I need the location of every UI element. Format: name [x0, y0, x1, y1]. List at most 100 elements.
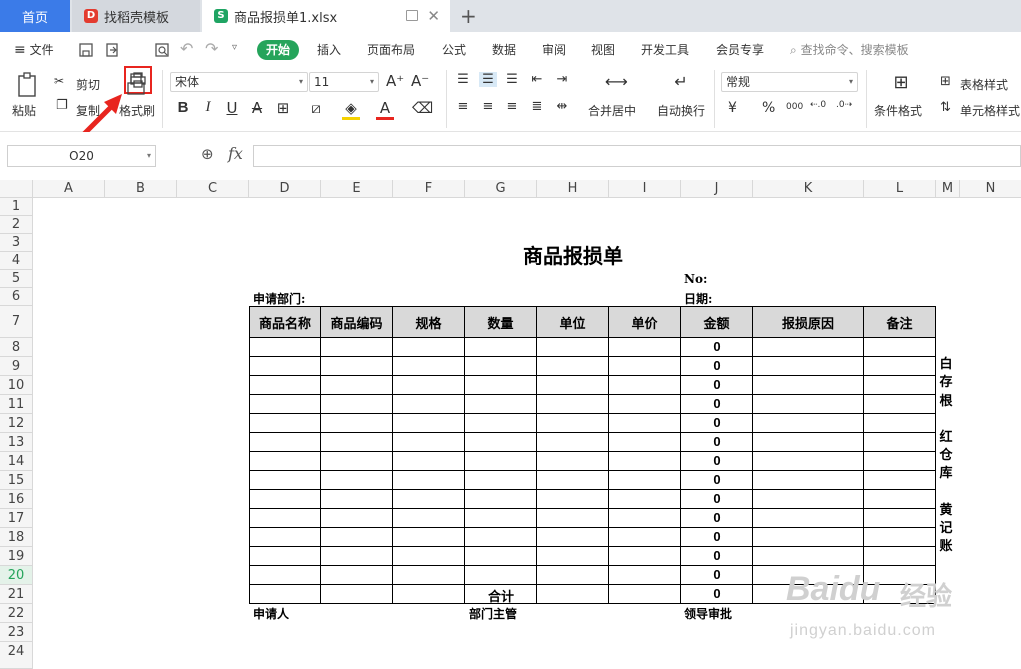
increase-indent-icon[interactable]: ⇥ — [553, 72, 571, 87]
row-header[interactable]: 18 — [0, 528, 33, 547]
distribute-icon[interactable]: ⇹ — [553, 99, 571, 114]
column-header[interactable]: B — [105, 180, 177, 198]
row-header[interactable]: 9 — [0, 357, 33, 376]
header-amount[interactable]: 金额 — [680, 306, 753, 338]
amount-cell[interactable]: 0 — [681, 567, 753, 582]
align-middle-icon[interactable]: ☰ — [479, 72, 497, 87]
print-preview-icon[interactable] — [154, 42, 170, 58]
currency-button[interactable]: ¥ — [728, 100, 737, 116]
search-box[interactable]: ⌕ 查找命令、搜索模板 — [790, 40, 909, 60]
wrap-text-button[interactable]: 自动换行 — [657, 102, 705, 119]
thousands-button[interactable]: 000 — [786, 102, 803, 112]
percent-button[interactable]: % — [762, 100, 775, 116]
font-size-select[interactable]: 11 ▾ — [309, 72, 379, 92]
strikethrough-icon[interactable]: A — [248, 99, 266, 117]
dept-label[interactable]: 申请部门: — [253, 290, 305, 307]
amount-cell[interactable]: 0 — [681, 358, 753, 373]
close-icon[interactable]: ✕ — [427, 7, 440, 25]
date-label[interactable]: 日期: — [684, 290, 712, 307]
conditional-format-icon[interactable]: ⊞ — [892, 72, 910, 93]
row-header[interactable]: 7 — [0, 306, 33, 338]
amount-cell[interactable]: 0 — [681, 548, 753, 563]
justify-icon[interactable]: ≣ — [528, 99, 546, 114]
wrap-text-icon[interactable]: ↵ — [672, 72, 690, 91]
amount-cell[interactable]: 0 — [681, 510, 753, 525]
header-unit-price[interactable]: 单价 — [608, 306, 681, 338]
cell-style-icon[interactable]: ⇅ — [940, 100, 951, 115]
cell-style-button[interactable]: 单元格样式 — [960, 102, 1020, 119]
table-style-icon[interactable]: ⊞ — [940, 74, 951, 89]
row-header[interactable]: 16 — [0, 490, 33, 509]
merge-center-button[interactable]: 合并居中 — [588, 102, 636, 119]
row-header[interactable]: 3 — [0, 234, 33, 252]
row-header[interactable]: 24 — [0, 642, 33, 669]
paste-icon[interactable] — [16, 72, 40, 98]
tab-view[interactable]: 视图 — [591, 40, 615, 60]
amount-cell[interactable]: 0 — [681, 472, 753, 487]
underline-icon[interactable]: U — [223, 99, 241, 117]
paste-button[interactable]: 粘贴 — [12, 102, 36, 119]
save-icon[interactable] — [78, 42, 94, 58]
row-header[interactable]: 22 — [0, 604, 33, 623]
window-icon[interactable] — [406, 10, 418, 21]
amount-cell[interactable]: 0 — [681, 529, 753, 544]
tab-formula[interactable]: 公式 — [442, 40, 466, 60]
undo-icon[interactable]: ↶ — [180, 39, 193, 58]
row-header[interactable]: 5 — [0, 270, 33, 288]
number-format-select[interactable]: 常规 ▾ — [721, 72, 858, 92]
row-header[interactable]: 11 — [0, 395, 33, 414]
header-product-code[interactable]: 商品编码 — [320, 306, 393, 338]
align-left-icon[interactable]: ≡ — [454, 99, 472, 114]
align-right-icon[interactable]: ≡ — [503, 99, 521, 114]
row-header[interactable]: 13 — [0, 433, 33, 452]
amount-cell[interactable]: 0 — [681, 453, 753, 468]
name-box[interactable]: O20 ▾ — [7, 145, 156, 167]
row-header[interactable]: 19 — [0, 547, 33, 566]
column-header[interactable]: L — [864, 180, 936, 198]
redo-icon[interactable]: ↷ — [205, 39, 218, 58]
merge-center-icon[interactable]: ⟷ — [605, 72, 628, 91]
column-header[interactable]: F — [393, 180, 465, 198]
align-bottom-icon[interactable]: ☰ — [503, 72, 521, 87]
column-header[interactable]: D — [249, 180, 321, 198]
tab-insert[interactable]: 插入 — [317, 40, 341, 60]
select-all-corner[interactable] — [0, 180, 33, 198]
worksheet[interactable]: 1 2 3 4 5 6 7 8 9 10 11 12 13 14 15 16 1… — [0, 198, 1021, 669]
column-header[interactable]: H — [537, 180, 609, 198]
border-icon[interactable]: ⊞ — [274, 99, 292, 117]
header-spec[interactable]: 规格 — [392, 306, 465, 338]
header-quantity[interactable]: 数量 — [464, 306, 537, 338]
formula-input[interactable] — [253, 145, 1021, 167]
row-header[interactable]: 17 — [0, 509, 33, 528]
increase-font-icon[interactable]: A⁺ — [386, 72, 404, 90]
font-name-select[interactable]: 宋体 ▾ — [170, 72, 308, 92]
row-header[interactable]: 12 — [0, 414, 33, 433]
increase-decimal-icon[interactable]: ⇠.0 — [810, 100, 826, 110]
column-header[interactable]: J — [681, 180, 753, 198]
header-remark[interactable]: 备注 — [863, 306, 936, 338]
applicant-label[interactable]: 申请人 — [253, 605, 289, 622]
fill-color-icon[interactable]: ◈ — [342, 99, 360, 120]
amount-cell[interactable]: 0 — [681, 339, 753, 354]
amount-cell[interactable]: 0 — [681, 491, 753, 506]
tab-start[interactable]: 开始 — [257, 40, 300, 60]
menu-button[interactable]: ≡ 文件 — [14, 40, 54, 60]
header-reason[interactable]: 报损原因 — [752, 306, 864, 338]
leader-approval-label[interactable]: 领导审批 — [684, 605, 732, 622]
conditional-format-button[interactable]: 条件格式 — [874, 102, 922, 119]
align-top-icon[interactable]: ☰ — [454, 72, 472, 87]
italic-icon[interactable]: I — [199, 99, 217, 116]
row-header[interactable]: 6 — [0, 288, 33, 306]
column-header[interactable]: I — [609, 180, 681, 198]
row-header[interactable]: 2 — [0, 216, 33, 234]
total-value[interactable]: 0 — [681, 586, 753, 601]
cut-icon[interactable]: ✂ — [54, 74, 64, 88]
tab-template[interactable]: D 找稻壳模板 — [72, 0, 200, 32]
row-header[interactable]: 8 — [0, 338, 33, 357]
add-tab-icon[interactable]: + — [460, 4, 477, 28]
bold-icon[interactable]: B — [174, 99, 192, 116]
column-header[interactable]: M — [936, 180, 960, 198]
decrease-decimal-icon[interactable]: .0⇢ — [836, 100, 852, 110]
row-header[interactable]: 14 — [0, 452, 33, 471]
fx-label[interactable]: fx — [228, 144, 243, 163]
